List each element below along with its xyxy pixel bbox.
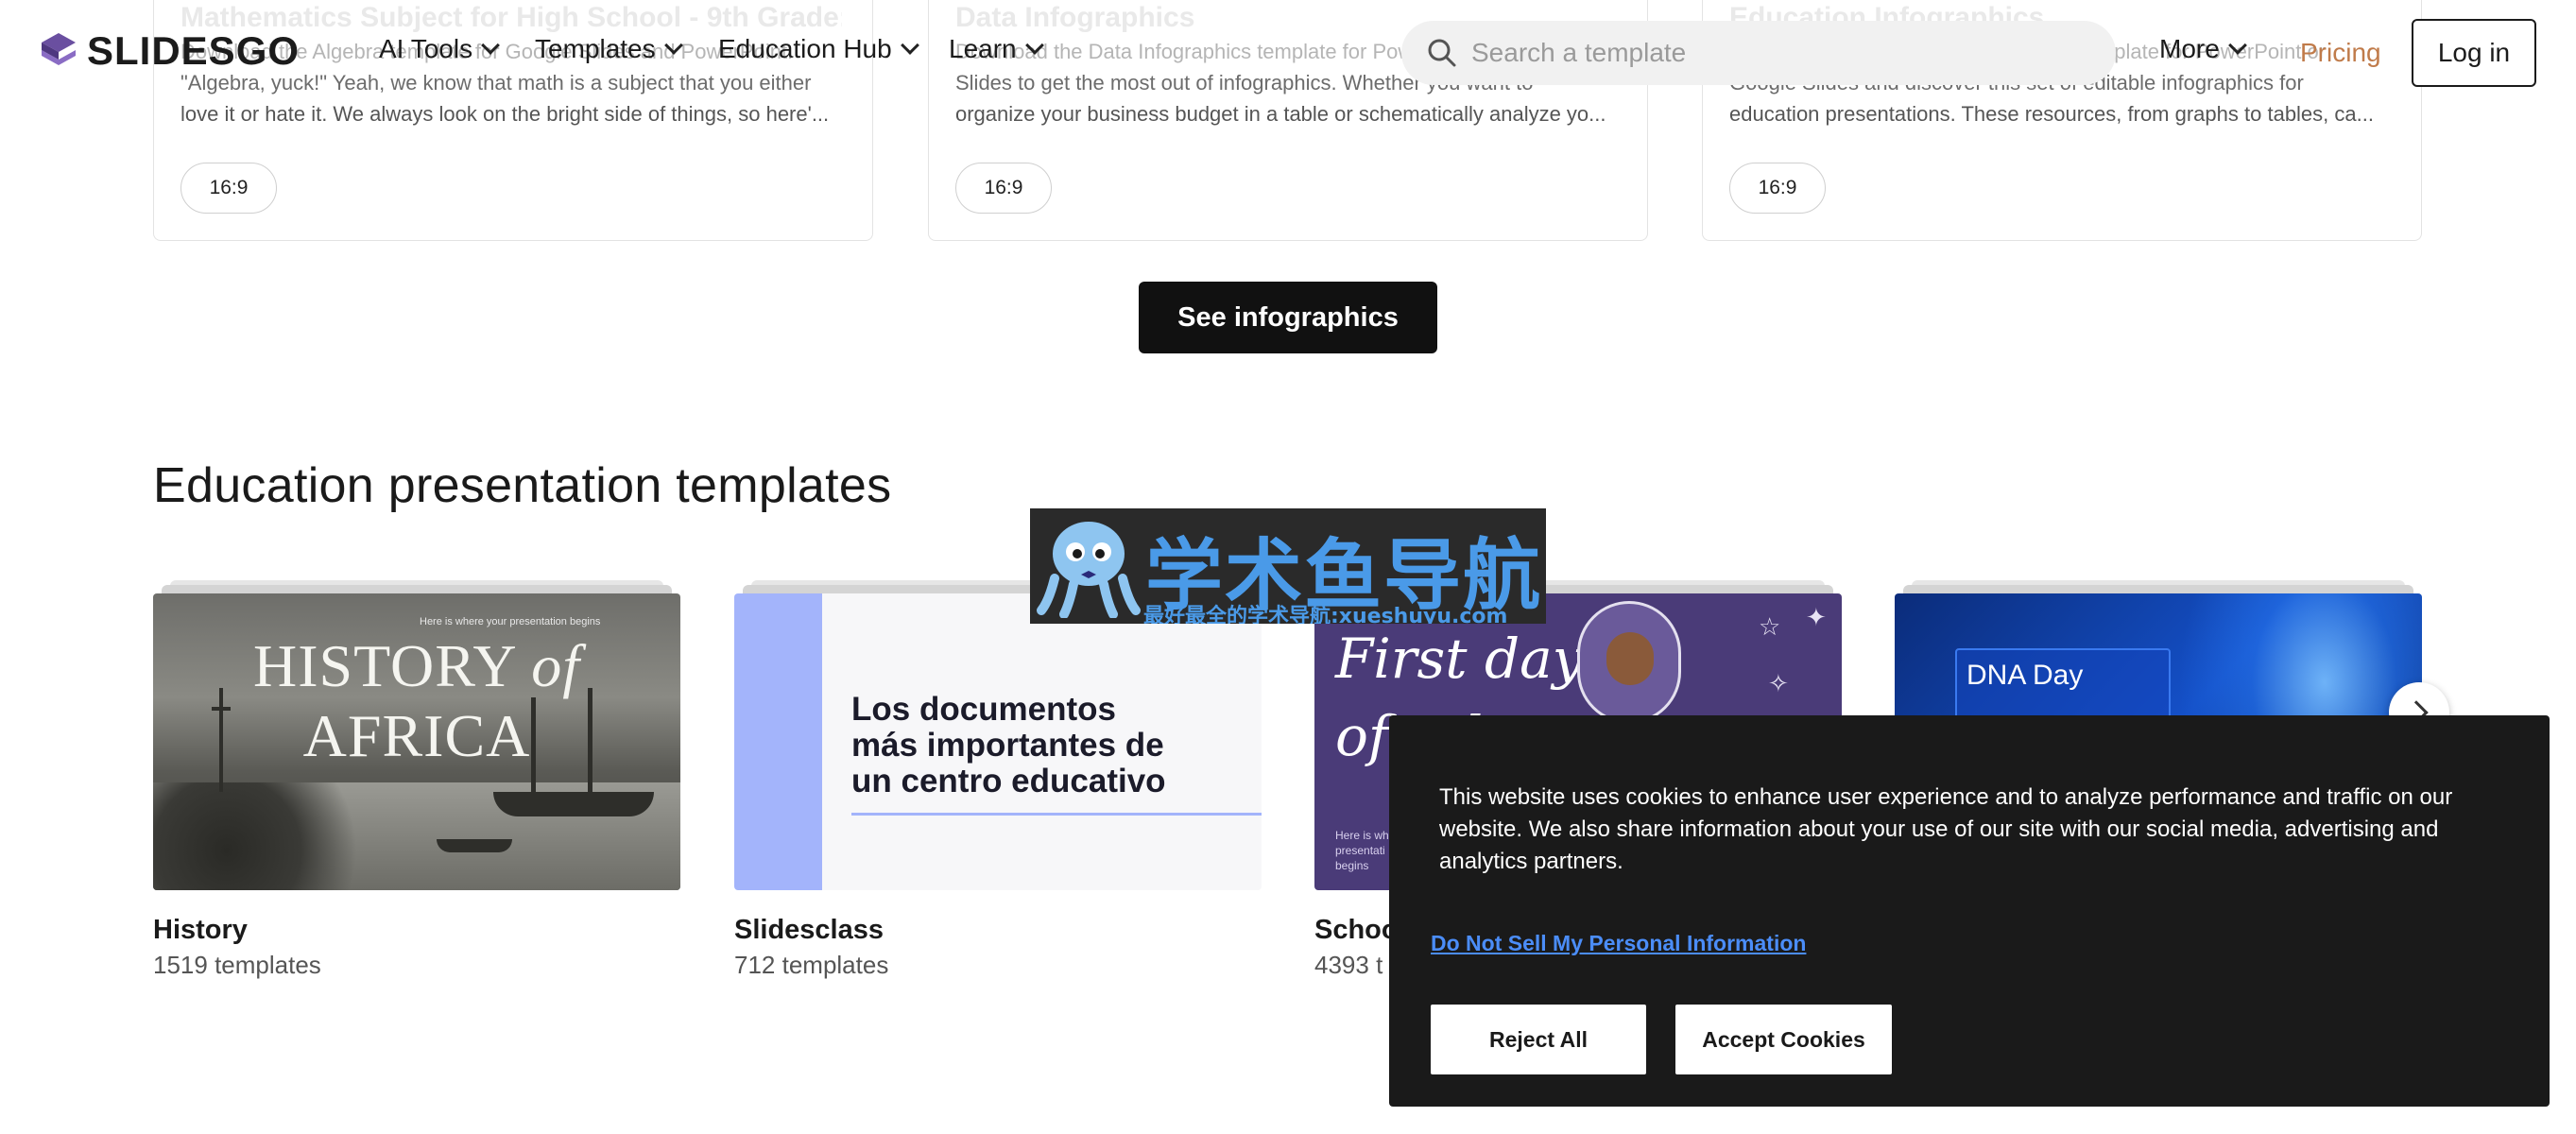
thumb-title-part: HISTORY [252, 632, 516, 699]
nav-templates[interactable]: Templates [535, 34, 683, 64]
chevron-down-icon [1024, 36, 1044, 55]
pricing-link[interactable]: Pricing [2300, 38, 2381, 68]
thumb-ship-hull [493, 792, 654, 816]
sparkle-icon: ✦ [1806, 603, 1827, 631]
thumb-title-part: of [531, 632, 581, 699]
thumb-title: HISTORY of AFRICA [153, 631, 680, 771]
category-thumbnail[interactable]: Los documentos más importantes de un cen… [734, 593, 1262, 890]
xueshuyu-watermark: 学术鱼导航 最好最全的学术导航:xueshuyu.com [1030, 508, 1546, 624]
category-count: 1519 templates [153, 951, 321, 979]
star-icon: ☆ [1759, 612, 1781, 641]
thumb-title-part: AFRICA [302, 702, 531, 769]
search-icon [1428, 39, 1456, 67]
chevron-down-icon [900, 36, 919, 55]
section-title: Education presentation templates [153, 458, 892, 513]
watermark-subtitle: 最好最全的学术导航:xueshuyu.com [1143, 605, 1508, 624]
category-name[interactable]: Schoo [1314, 915, 1399, 946]
chevron-down-icon [663, 36, 683, 55]
nav-label: AI Tools [379, 34, 473, 63]
see-infographics-button[interactable]: See infographics [1139, 282, 1437, 353]
nav-label: Education Hub [718, 34, 892, 63]
nav-education-hub[interactable]: Education Hub [718, 34, 919, 64]
slidesgo-logo[interactable]: SLIDESGO [38, 28, 300, 74]
nav-label: Templates [535, 34, 656, 63]
thumb-title: DNA Day [1966, 660, 2084, 691]
nav-label: Learn [949, 34, 1017, 63]
cookie-message: This website uses cookies to enhance use… [1439, 784, 2453, 874]
thumb-accent-band [734, 593, 822, 890]
nav-learn[interactable]: Learn [949, 34, 1044, 64]
category-count: 712 templates [734, 951, 889, 979]
chevron-down-icon [2227, 36, 2247, 55]
logo-text: SLIDESGO [87, 28, 301, 73]
login-button[interactable]: Log in [2412, 19, 2536, 87]
octopus-mascot-icon [1037, 522, 1141, 618]
reject-all-button[interactable]: Reject All [1431, 1005, 1646, 1074]
nav-label: More [2159, 34, 2220, 63]
thumb-boat [437, 839, 512, 852]
astronaut-illustration [1577, 601, 1681, 724]
search-input[interactable] [1471, 38, 2057, 68]
category-thumbnail[interactable]: Here is where your presentation begins H… [153, 593, 680, 890]
chevron-down-icon [481, 36, 500, 55]
category-name[interactable]: History [153, 915, 248, 946]
thumb-note: Here is wh presentati begins [1335, 829, 1389, 872]
nav-more[interactable]: More [2159, 34, 2247, 64]
nav-ai-tools[interactable]: AI Tools [379, 34, 500, 64]
do-not-sell-link[interactable]: Do Not Sell My Personal Information [1431, 931, 1806, 956]
slidesgo-logo-icon [42, 33, 76, 65]
category-name[interactable]: Slidesclass [734, 915, 884, 946]
aspect-ratio-badge: 16:9 [1729, 163, 1826, 214]
aspect-ratio-badge: 16:9 [180, 163, 277, 214]
site-header: SLIDESGO AI Tools Templates Education Hu… [0, 0, 2576, 106]
thumb-underline [851, 813, 1262, 816]
cookie-consent-banner: This website uses cookies to enhance use… [1389, 715, 2550, 1107]
astronaut-face [1606, 632, 1654, 685]
thumb-subtitle: Here is where your presentation begins [420, 616, 601, 627]
search-bar[interactable] [1401, 21, 2116, 85]
thumb-crowd [153, 782, 399, 890]
category-count: 4393 t [1314, 951, 1383, 979]
accept-cookies-button[interactable]: Accept Cookies [1675, 1005, 1892, 1074]
sparkle-icon: ✧ [1768, 669, 1789, 697]
aspect-ratio-badge: 16:9 [955, 163, 1052, 214]
thumb-title: Los documentos más importantes de un cen… [851, 691, 1166, 799]
